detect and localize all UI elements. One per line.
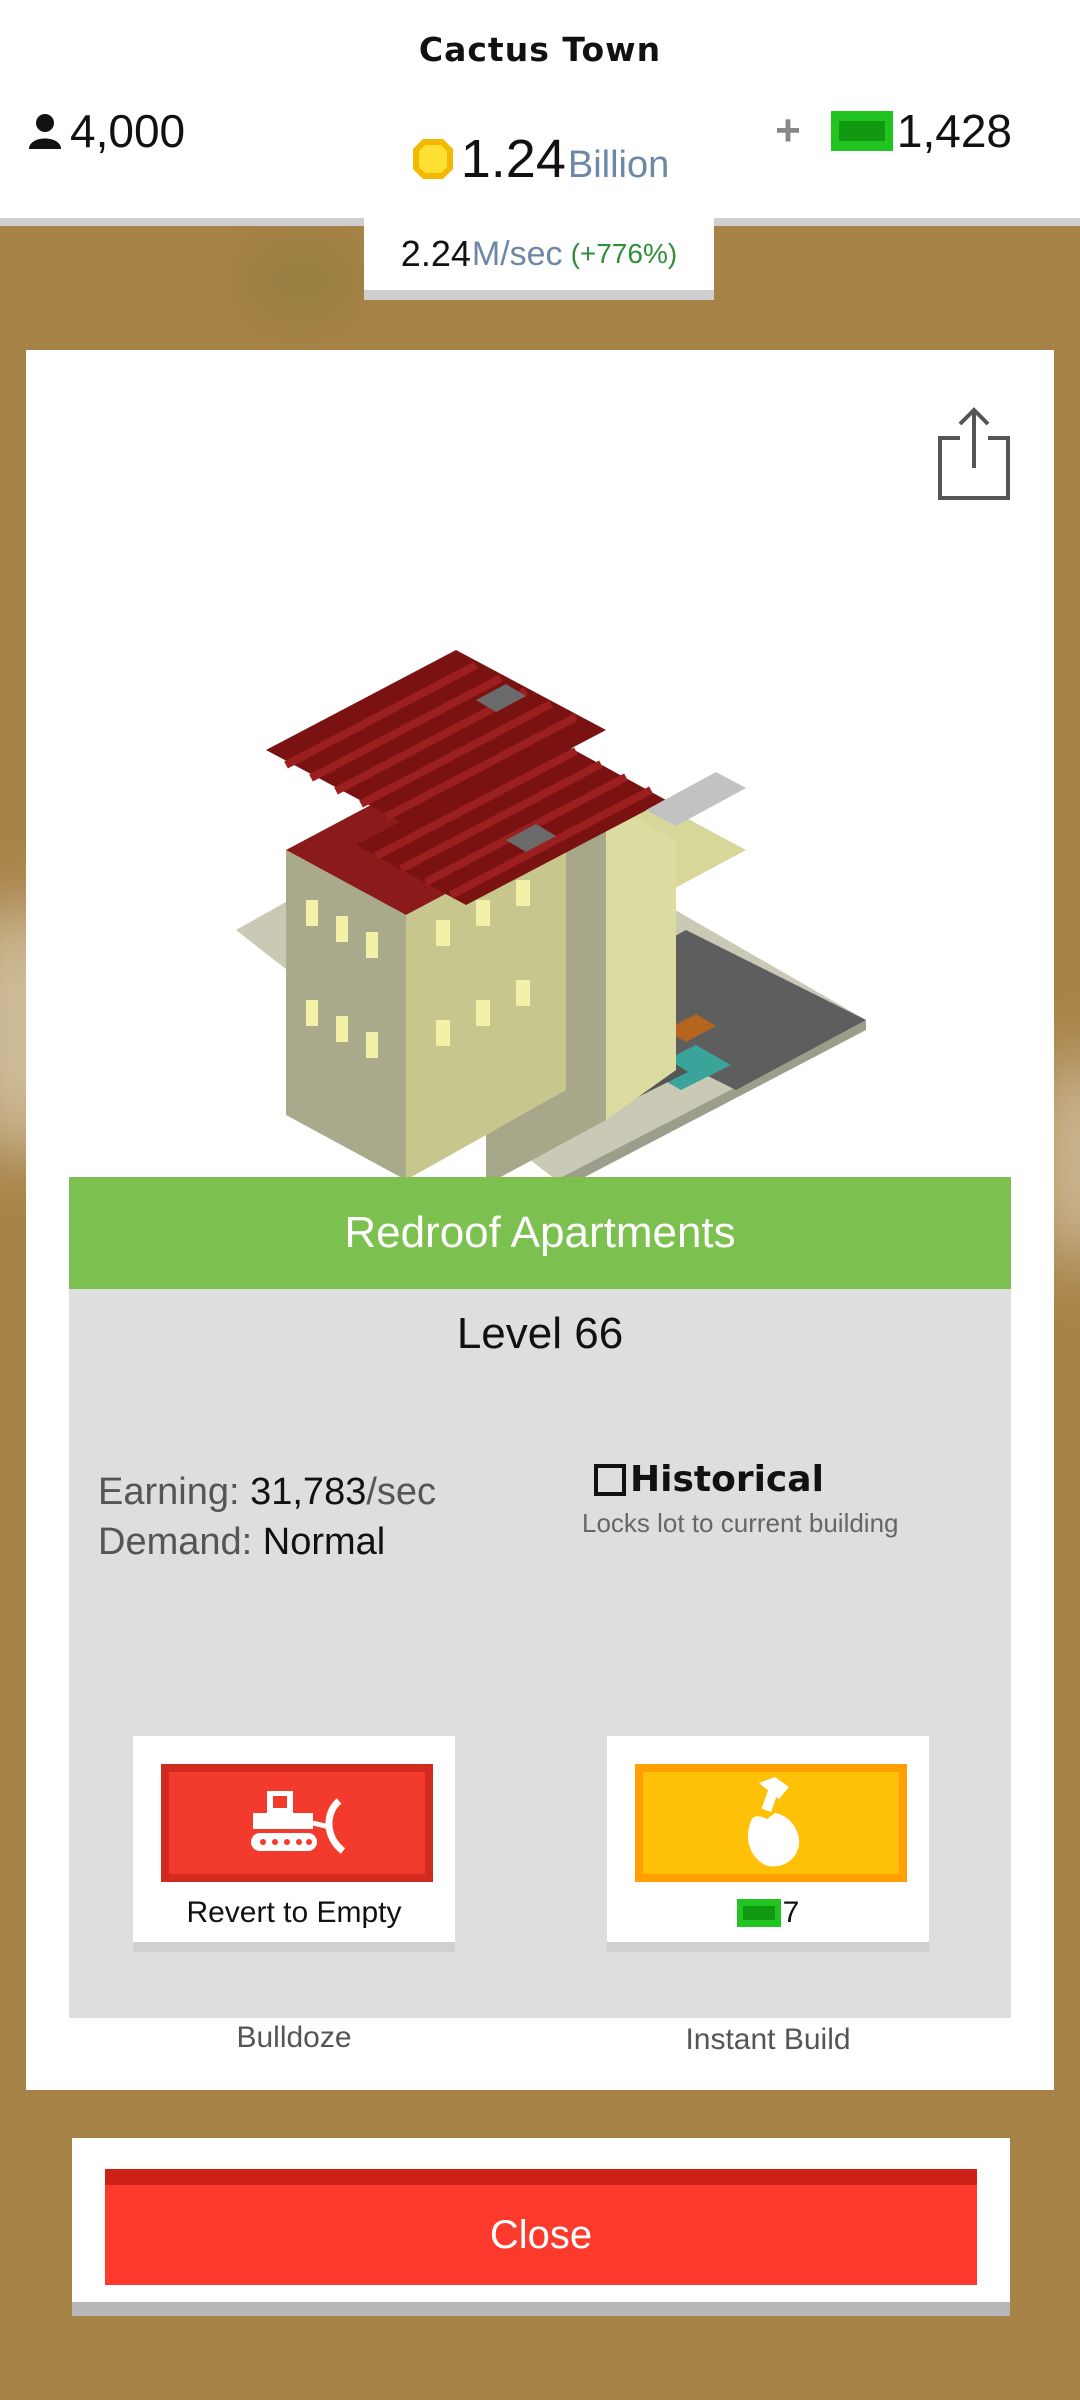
instant-build-cost-value: 7 bbox=[782, 1896, 800, 1929]
building-name: Redroof Apartments bbox=[69, 1177, 1011, 1289]
town-name: Cactus Town bbox=[418, 30, 662, 69]
buy-cash-button[interactable]: + bbox=[775, 106, 801, 156]
historical-label: Historical bbox=[630, 1459, 824, 1500]
bulldozer-icon bbox=[251, 1791, 346, 1854]
cash-icon bbox=[736, 1899, 781, 1927]
demand-label: Demand: bbox=[98, 1521, 253, 1563]
cash-icon bbox=[830, 111, 893, 151]
bulldoze-button[interactable] bbox=[161, 1764, 433, 1882]
earning-row: Earning: 31,783/sec bbox=[98, 1467, 436, 1517]
instant-build-card[interactable]: 7 bbox=[607, 1736, 929, 1952]
historical-checkbox[interactable] bbox=[594, 1463, 626, 1496]
close-button[interactable]: Close bbox=[105, 2169, 977, 2285]
instant-build-cost: 7 bbox=[607, 1896, 929, 1930]
earning-label: Earning: bbox=[98, 1471, 240, 1513]
bulldoze-label: Bulldoze bbox=[236, 2021, 352, 2054]
earning-value: 31,783 bbox=[250, 1471, 367, 1513]
hammer-icon bbox=[747, 1777, 800, 1867]
building-level: Level 66 bbox=[456, 1309, 624, 1358]
rate-unit: M/sec bbox=[471, 234, 563, 273]
bulldoze-caption: Revert to Empty bbox=[186, 1896, 402, 1929]
cash-balance: + 1,428 bbox=[775, 104, 1012, 158]
earning-unit: /sec bbox=[366, 1471, 437, 1513]
instant-build-button[interactable] bbox=[635, 1764, 907, 1882]
demand-row: Demand: Normal bbox=[98, 1517, 436, 1567]
historical-description: Locks lot to current building bbox=[582, 1508, 899, 1538]
top-status-bar: Cactus Town 4,000 1.24 Billion + 1,428 bbox=[0, 0, 1080, 226]
coin-icon bbox=[412, 139, 453, 179]
income-rate: 2.24 M/sec (+776%) bbox=[364, 218, 714, 300]
historical-row[interactable]: Historical bbox=[594, 1459, 954, 1500]
demand-value: Normal bbox=[262, 1521, 386, 1563]
historical-toggle[interactable]: Historical Locks lot to current building bbox=[582, 1459, 954, 1539]
rate-bonus: (+776%) bbox=[570, 238, 678, 269]
building-stats: Earning: 31,783/sec Demand: Normal bbox=[98, 1467, 436, 1567]
coin-amount: 1.24 bbox=[460, 129, 566, 189]
cash-value: 1,428 bbox=[896, 105, 1012, 157]
ground-decoration bbox=[240, 240, 360, 320]
share-icon[interactable] bbox=[934, 402, 1014, 502]
close-container: Close bbox=[72, 2138, 1010, 2316]
instant-build-label: Instant Build bbox=[685, 2023, 851, 2056]
rate-value: 2.24 bbox=[400, 233, 471, 274]
building-detail-panel: Redroof Apartments Level 66 Earning: 31,… bbox=[26, 350, 1054, 2090]
coin-unit: Billion bbox=[567, 144, 670, 186]
bulldoze-card[interactable]: Revert to Empty bbox=[133, 1736, 455, 1952]
